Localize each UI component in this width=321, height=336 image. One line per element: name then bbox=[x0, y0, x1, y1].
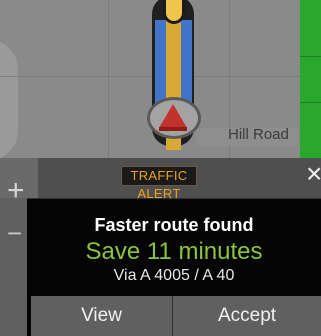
traffic-alert-badge: TRAFFIC ALERT bbox=[121, 166, 197, 201]
view-button[interactable]: View bbox=[31, 296, 172, 336]
traffic-flow-segment-line bbox=[300, 56, 321, 57]
traffic-flow-bar bbox=[300, 0, 321, 158]
map-shape bbox=[0, 40, 18, 160]
current-position-arrow-icon bbox=[159, 104, 187, 128]
current-position-arrow-base bbox=[159, 127, 187, 131]
navigation-screen: Hill Road TRAFFIC ALERT × + − Faster rou… bbox=[0, 0, 321, 336]
alert-title: Faster route found bbox=[94, 215, 254, 235]
accept-button[interactable]: Accept bbox=[172, 296, 321, 336]
map-grid-line bbox=[108, 0, 109, 158]
close-icon[interactable]: × bbox=[306, 160, 321, 188]
route-via: Via A 4005 / A 40 bbox=[113, 267, 235, 284]
route-end-marker bbox=[163, 0, 185, 24]
traffic-flow-segment-line bbox=[300, 102, 321, 103]
street-label: Hill Road bbox=[228, 126, 289, 143]
time-savings: Save 11 minutes bbox=[85, 238, 263, 265]
zoom-out-button[interactable]: − bbox=[7, 220, 22, 246]
zoom-in-button[interactable]: + bbox=[7, 176, 25, 206]
